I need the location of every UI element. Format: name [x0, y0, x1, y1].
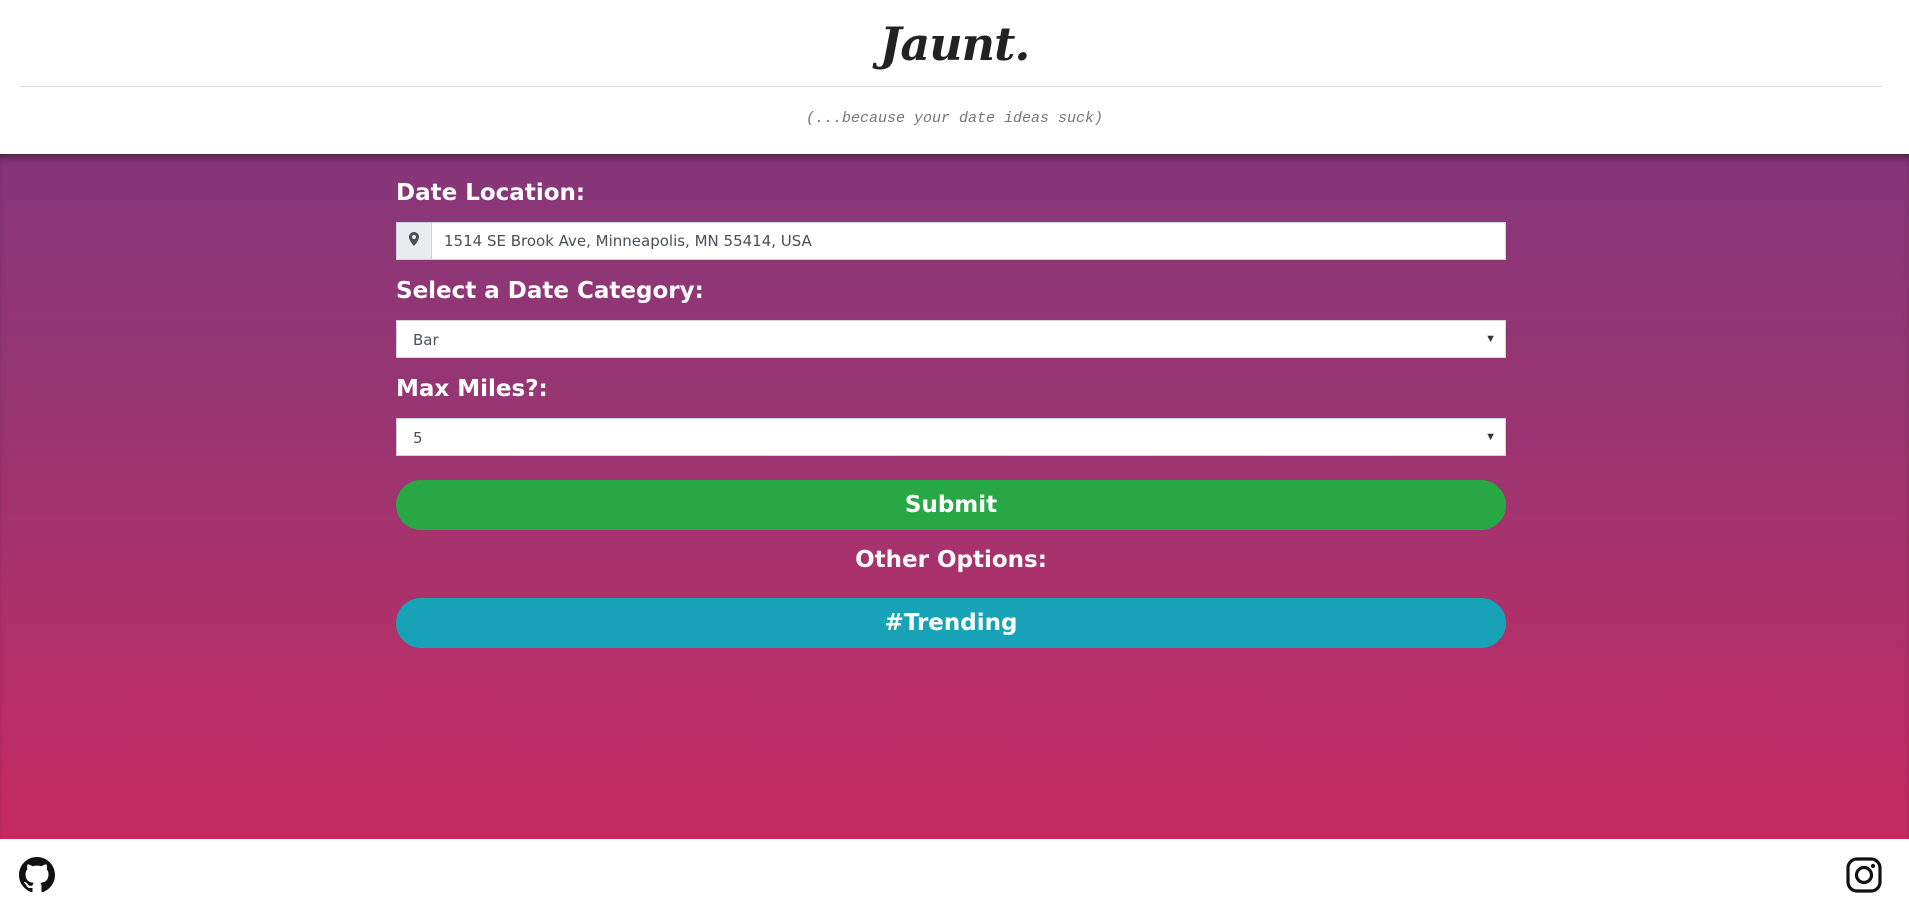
- date-location-label: Date Location:: [396, 180, 586, 206]
- date-category-value: Bar: [413, 331, 439, 349]
- trending-button[interactable]: #Trending: [396, 598, 1506, 648]
- location-addon: [397, 223, 432, 259]
- date-category-select[interactable]: Bar ▼: [396, 320, 1506, 358]
- header-divider: [20, 86, 1882, 87]
- instagram-icon[interactable]: [1846, 857, 1882, 893]
- caret-down-icon: ▼: [1485, 333, 1496, 345]
- submit-button[interactable]: Submit: [396, 480, 1506, 530]
- other-options-heading: Other Options:: [855, 547, 1047, 573]
- date-location-input[interactable]: [432, 223, 1505, 259]
- date-location-input-group: [396, 222, 1506, 260]
- site-logo[interactable]: Jaunt.: [0, 14, 1909, 74]
- max-miles-label: Max Miles?:: [396, 376, 548, 402]
- github-icon[interactable]: [19, 857, 55, 893]
- max-miles-value: 5: [413, 429, 423, 447]
- main-panel: Date Location: Select a Date Category: B…: [0, 154, 1909, 839]
- map-marker-icon: [409, 231, 419, 251]
- site-header: Jaunt. (...because your date ideas suck): [0, 0, 1909, 154]
- site-footer: [0, 839, 1909, 908]
- max-miles-select[interactable]: 5 ▼: [396, 418, 1506, 456]
- site-tagline: (...because your date ideas suck): [805, 110, 1104, 127]
- date-category-label: Select a Date Category:: [396, 278, 704, 304]
- caret-down-icon: ▼: [1485, 431, 1496, 443]
